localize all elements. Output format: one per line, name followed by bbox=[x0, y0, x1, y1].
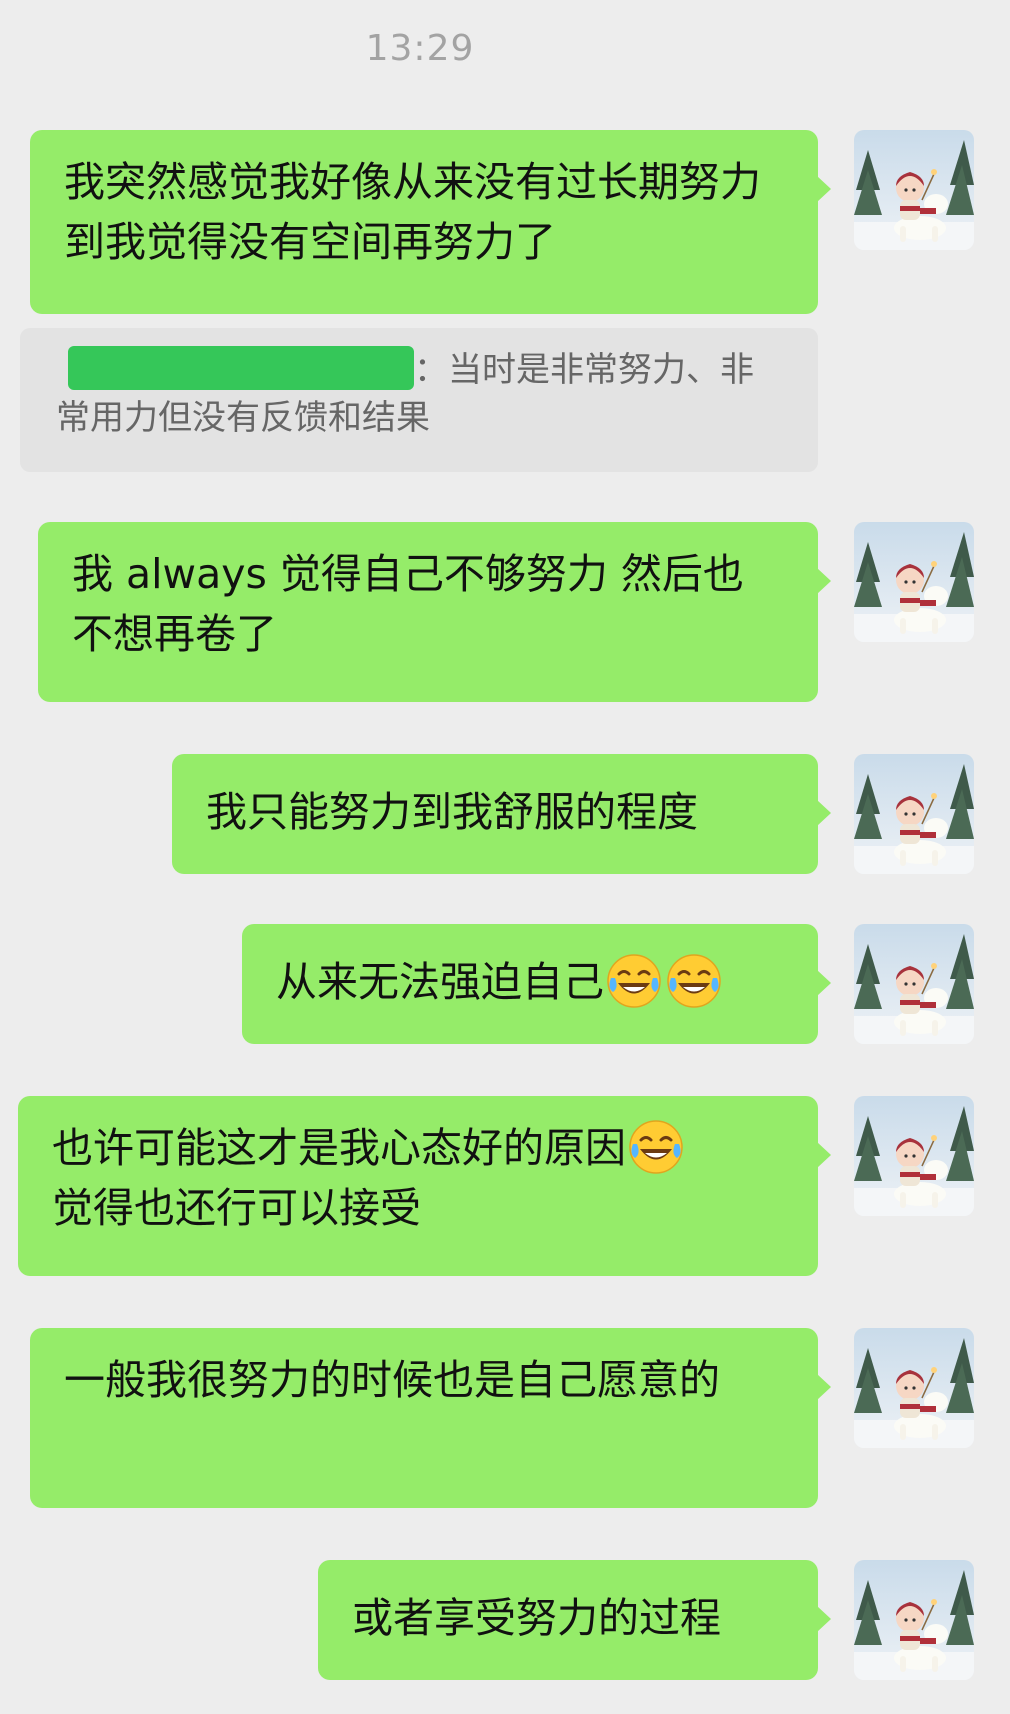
chat-bubble[interactable]: 一般我很努力的时候也是自己愿意的 bbox=[30, 1328, 831, 1508]
avatar[interactable] bbox=[854, 924, 974, 1044]
message-text: 我只能努力到我舒服的程度 bbox=[206, 788, 698, 836]
face-with-tears-of-joy-icon bbox=[665, 952, 723, 1010]
message-text: 我突然感觉我好像从来没有过长期努力到我觉得没有空间再努力了 bbox=[64, 158, 761, 266]
message-text: 我 always 觉得自己不够努力 然后也不想再卷了 bbox=[72, 550, 744, 658]
message-text: 或者享受努力的过程 bbox=[352, 1594, 721, 1642]
chat-bubble[interactable]: 我突然感觉我好像从来没有过长期努力到我觉得没有空间再努力了 bbox=[30, 130, 831, 314]
face-with-tears-of-joy-icon bbox=[605, 952, 663, 1010]
chat-bubble[interactable]: 我只能努力到我舒服的程度 bbox=[172, 754, 831, 874]
avatar[interactable] bbox=[854, 754, 974, 874]
face-with-tears-of-joy-icon bbox=[627, 1118, 685, 1176]
avatar[interactable] bbox=[854, 522, 974, 642]
message-timestamp: 13:29 bbox=[365, 28, 475, 69]
message-text: 也许可能这才是我心态好的原因 bbox=[52, 1124, 626, 1172]
message-text: 一般我很努力的时候也是自己愿意的 bbox=[64, 1356, 720, 1404]
quoted-message[interactable]: ：当时是非常努力、非 常用力但没有反馈和结果 bbox=[20, 328, 818, 472]
avatar[interactable] bbox=[854, 1096, 974, 1216]
chat-bubble[interactable]: 我 always 觉得自己不够努力 然后也不想再卷了 bbox=[38, 522, 831, 702]
avatar[interactable] bbox=[854, 130, 974, 250]
message-text: 觉得也还行可以接受 bbox=[52, 1184, 421, 1232]
quote-text-line1: ：当时是非常努力、非 bbox=[414, 350, 754, 390]
quote-text-line2: 常用力但没有反馈和结果 bbox=[56, 398, 430, 438]
avatar[interactable] bbox=[854, 1328, 974, 1448]
chat-bubble[interactable]: 或者享受努力的过程 bbox=[318, 1560, 831, 1680]
chat-bubble[interactable]: 也许可能这才是我心态好的原因 觉得也还行可以接受 bbox=[18, 1096, 831, 1276]
message-text: 从来无法强迫自己 bbox=[276, 958, 604, 1006]
chat-bubble[interactable]: 从来无法强迫自己 bbox=[242, 924, 831, 1044]
redacted-name-block bbox=[68, 345, 414, 390]
avatar[interactable] bbox=[854, 1560, 974, 1680]
